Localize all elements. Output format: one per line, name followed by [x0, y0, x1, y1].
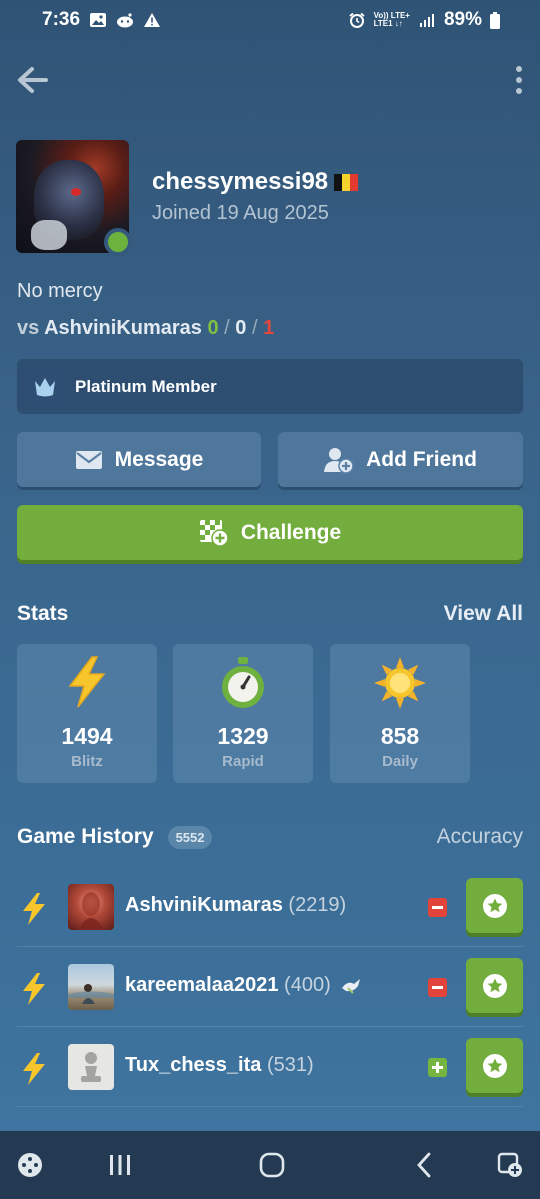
- profile-bio: No mercy: [17, 280, 103, 302]
- game-review-button[interactable]: [466, 958, 523, 1013]
- win-result-icon: [428, 1058, 447, 1077]
- stat-card-blitz[interactable]: 1494 Blitz: [17, 644, 157, 783]
- stat-mode: Blitz: [71, 753, 103, 770]
- membership-banner[interactable]: Platinum Member: [17, 359, 523, 414]
- head-to-head-losses: 1: [263, 317, 275, 339]
- online-status-dot: [104, 228, 132, 256]
- blitz-icon: [23, 893, 45, 925]
- stats-heading: Stats: [17, 602, 69, 625]
- warning-icon: [144, 13, 161, 27]
- status-time: 7:36: [42, 9, 81, 30]
- loss-result-icon: [428, 898, 447, 917]
- game-history-heading: Game History 5552: [17, 825, 213, 849]
- game-row[interactable]: AshviniKumaras (2219): [0, 867, 540, 947]
- stat-rating: 1329: [217, 723, 269, 749]
- add-friend-icon: [324, 447, 354, 474]
- star-icon: [482, 893, 507, 918]
- system-navigation-bar: [0, 1131, 540, 1199]
- status-bar: 7:36 Vo)) LTE+ LTE1 ↓↑ 89%: [0, 0, 540, 40]
- stopwatch-icon: [222, 657, 264, 708]
- head-to-head-opponent: AshviniKumaras: [44, 317, 202, 339]
- game-count-badge: 5552: [167, 825, 213, 849]
- opponent-avatar[interactable]: [68, 964, 114, 1010]
- system-back-icon[interactable]: [408, 1149, 440, 1181]
- loss-result-icon: [428, 978, 447, 997]
- joined-date: Joined 19 Aug 2025: [152, 202, 329, 224]
- envelope-icon: [75, 450, 102, 469]
- alarm-icon: [349, 12, 365, 28]
- add-friend-button[interactable]: Add Friend: [278, 432, 523, 487]
- star-icon: [482, 973, 507, 998]
- recent-apps-icon[interactable]: [104, 1149, 136, 1181]
- profile-username: chessymessi98: [152, 168, 359, 196]
- stat-rating: 858: [380, 723, 420, 749]
- back-arrow-icon[interactable]: [14, 62, 50, 98]
- head-to-head-draws: 0: [235, 317, 247, 339]
- crown-icon: [27, 368, 63, 405]
- pawn-icon: [81, 1052, 101, 1082]
- game-review-button[interactable]: [466, 878, 523, 933]
- membership-label: Platinum Member: [75, 376, 217, 396]
- battery-icon: [490, 11, 500, 29]
- opponent-name: kareemalaa2021 (400): [125, 974, 362, 997]
- blitz-icon: [23, 1053, 45, 1085]
- sun-icon: [374, 657, 426, 709]
- home-icon[interactable]: [256, 1149, 288, 1181]
- lightning-icon: [68, 656, 106, 708]
- username-text: chessymessi98: [152, 168, 329, 195]
- stat-mode: Daily: [382, 753, 418, 770]
- reddit-icon: [117, 13, 134, 28]
- stat-card-daily[interactable]: 858 Daily: [330, 644, 470, 783]
- game-review-button[interactable]: [466, 1038, 523, 1093]
- stat-mode: Rapid: [222, 753, 264, 770]
- stat-rating: 1494: [61, 723, 113, 749]
- challenge-board-icon: [199, 519, 229, 547]
- opponent-rating: (400): [284, 974, 331, 996]
- dove-icon: [342, 978, 361, 994]
- opponent-rating: (531): [266, 1054, 314, 1076]
- head-to-head-wins: 0: [207, 317, 219, 339]
- view-all-stats-link[interactable]: View All: [444, 602, 523, 626]
- more-options-icon[interactable]: [512, 62, 526, 98]
- battery-level: 89%: [443, 9, 482, 30]
- stat-card-rapid[interactable]: 1329 Rapid: [173, 644, 313, 783]
- game-row[interactable]: kareemalaa2021 (400): [0, 947, 540, 1027]
- belgium-flag-icon: [334, 173, 359, 191]
- game-launcher-icon[interactable]: [14, 1149, 46, 1181]
- network-indicator: Vo)) LTE+ LTE1 ↓↑: [373, 11, 410, 28]
- opponent-name: Tux_chess_ita (531): [125, 1054, 314, 1076]
- opponent-name: AshviniKumaras (2219): [125, 894, 347, 916]
- accuracy-column-label: Accuracy: [436, 825, 523, 848]
- star-icon: [482, 1053, 507, 1078]
- message-button[interactable]: Message: [17, 432, 261, 487]
- signal-icon: [419, 14, 434, 27]
- head-to-head-record[interactable]: vs AshviniKumaras 0 / 0 / 1: [17, 317, 274, 340]
- blitz-icon: [23, 973, 45, 1005]
- top-app-bar: [0, 56, 540, 102]
- accessibility-icon[interactable]: [494, 1149, 526, 1181]
- game-row[interactable]: Tux_chess_ita (531): [0, 1027, 540, 1107]
- challenge-button[interactable]: Challenge: [17, 505, 523, 560]
- opponent-avatar[interactable]: [68, 884, 114, 930]
- opponent-rating: (2219): [288, 894, 347, 916]
- opponent-avatar[interactable]: [68, 1044, 114, 1090]
- gallery-icon: [90, 13, 107, 27]
